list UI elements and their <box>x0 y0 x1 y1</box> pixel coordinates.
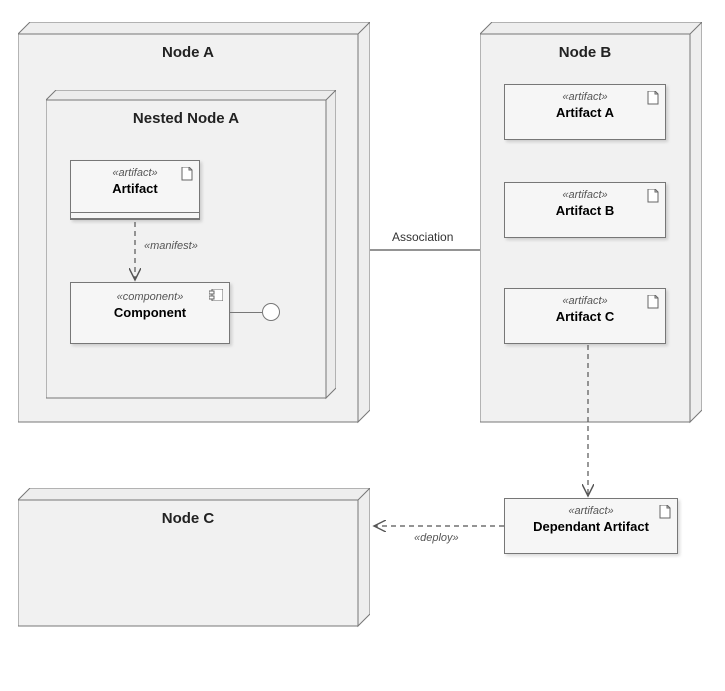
artifact-in-nested: «artifact» Artifact <box>70 160 200 220</box>
diagram-canvas: Node A Nested Node A «artifact» Artifact… <box>0 0 725 691</box>
artifact-compartment-line2 <box>71 218 199 219</box>
document-icon <box>659 505 671 519</box>
artifact-a-name: Artifact A <box>505 103 665 128</box>
node-b-title: Node B <box>480 44 690 61</box>
dependant-stereotype: «artifact» <box>505 499 677 517</box>
deploy-label: «deploy» <box>414 532 459 544</box>
artifact-stereotype: «artifact» <box>71 161 199 179</box>
artifact-c-name: Artifact C <box>505 307 665 332</box>
component-name: Component <box>71 303 229 322</box>
manifest-label: «manifest» <box>144 240 198 252</box>
document-icon <box>181 167 193 181</box>
dependant-name: Dependant Artifact <box>505 517 677 542</box>
artifact-name: Artifact <box>71 179 199 204</box>
interface-circle-icon <box>262 303 280 321</box>
node-a: Node A Nested Node A «artifact» Artifact… <box>18 22 358 422</box>
document-icon <box>647 91 659 105</box>
interface-line <box>230 312 262 313</box>
document-icon <box>647 295 659 309</box>
component-icon <box>209 289 223 301</box>
node-c: Node C <box>18 488 358 626</box>
node-a-title: Node A <box>18 44 358 61</box>
node-c-title: Node C <box>18 510 358 527</box>
component-box: «component» Component <box>70 282 230 344</box>
artifact-compartment-line <box>71 212 199 213</box>
artifact-a: «artifact» Artifact A <box>504 84 666 140</box>
component-stereotype: «component» <box>71 283 229 303</box>
node-b: Node B «artifact» Artifact A «artifact» … <box>480 22 690 422</box>
artifact-c: «artifact» Artifact C <box>504 288 666 344</box>
artifact-b-stereotype: «artifact» <box>505 183 665 201</box>
artifact-b-name: Artifact B <box>505 201 665 226</box>
artifact-b: «artifact» Artifact B <box>504 182 666 238</box>
artifact-c-stereotype: «artifact» <box>505 289 665 307</box>
nested-node-a-title: Nested Node A <box>46 110 326 127</box>
document-icon <box>647 189 659 203</box>
artifact-a-stereotype: «artifact» <box>505 85 665 103</box>
dependant-artifact: «artifact» Dependant Artifact <box>504 498 678 554</box>
association-label: Association <box>392 230 453 244</box>
